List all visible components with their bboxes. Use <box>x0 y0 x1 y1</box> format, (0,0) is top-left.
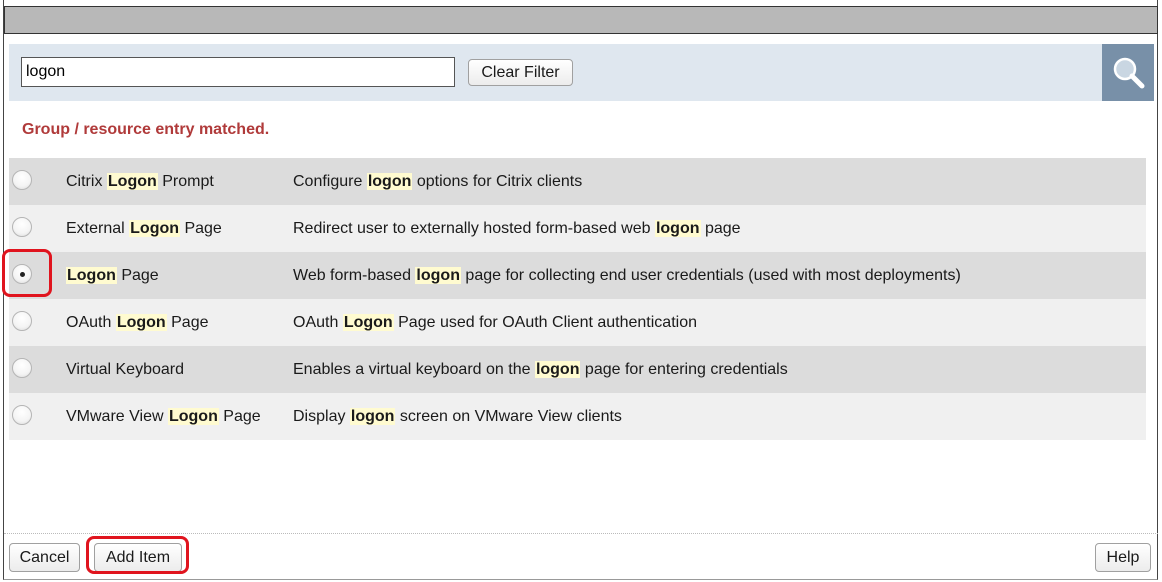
list-item[interactable]: Citrix Logon Prompt Configure logon opti… <box>9 158 1146 205</box>
filter-bar: Clear Filter <box>9 44 1154 101</box>
help-button[interactable]: Help <box>1095 543 1151 572</box>
list-item[interactable]: Logon Page Web form-based logon page for… <box>9 252 1146 299</box>
selected-radio-annotation <box>2 249 52 297</box>
radio-button[interactable] <box>12 405 32 425</box>
cancel-button[interactable]: Cancel <box>9 543 80 572</box>
item-name: Citrix Logon Prompt <box>66 172 214 190</box>
item-description: Redirect user to externally hosted form-… <box>293 219 741 237</box>
search-icon <box>1113 57 1145 88</box>
item-name: OAuth Logon Page <box>66 313 209 331</box>
item-name: VMware View Logon Page <box>66 407 261 425</box>
list-item[interactable]: OAuth Logon Page OAuth Logon Page used f… <box>9 299 1146 346</box>
clear-filter-button[interactable]: Clear Filter <box>468 59 573 86</box>
radio-button[interactable] <box>12 311 32 331</box>
item-description: OAuth Logon Page used for OAuth Client a… <box>293 313 697 331</box>
status-message: Group / resource entry matched. <box>22 121 270 138</box>
resource-list: Citrix Logon Prompt Configure logon opti… <box>9 158 1146 440</box>
list-item[interactable]: VMware View Logon Page Display logon scr… <box>9 393 1146 440</box>
list-item[interactable]: External Logon Page Redirect user to ext… <box>9 205 1146 252</box>
item-name: Virtual Keyboard <box>66 360 184 378</box>
search-input[interactable] <box>21 57 455 87</box>
radio-button[interactable] <box>12 217 32 237</box>
item-name: Logon Page <box>66 266 159 284</box>
add-item-annotation <box>86 536 189 574</box>
footer-divider <box>4 533 1158 534</box>
search-button[interactable] <box>1102 44 1154 101</box>
item-description: Display logon screen on VMware View clie… <box>293 407 622 425</box>
list-item[interactable]: Virtual Keyboard Enables a virtual keybo… <box>9 346 1146 393</box>
item-description: Configure logon options for Citrix clien… <box>293 172 583 190</box>
dialog-title-bar <box>4 6 1158 34</box>
radio-button[interactable] <box>12 170 32 190</box>
radio-button[interactable] <box>12 358 32 378</box>
item-name: External Logon Page <box>66 219 222 237</box>
item-description: Enables a virtual keyboard on the logon … <box>293 360 788 378</box>
item-description: Web form-based logon page for collecting… <box>293 266 961 284</box>
